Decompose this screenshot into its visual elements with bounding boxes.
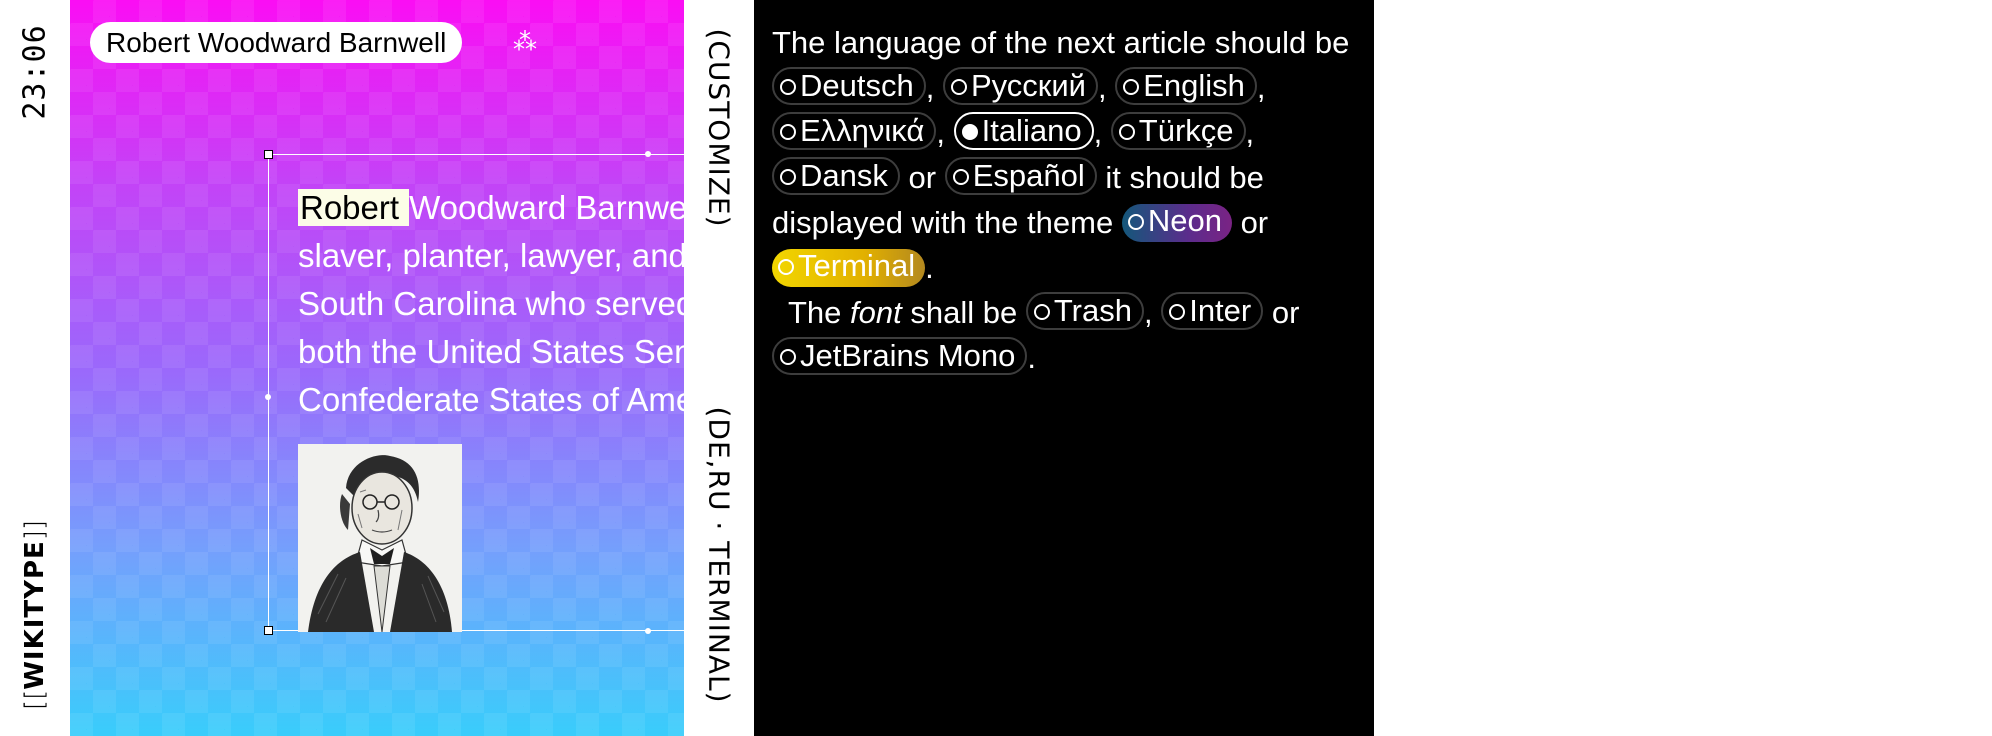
language-option-turkish[interactable]: Türkçe [1110,112,1246,150]
language-option-dansk[interactable]: Dansk [772,157,900,195]
brand-close: ]] [20,519,50,541]
font-intro-1: The [788,295,842,330]
radio-icon [780,124,796,140]
font-intro-2: shall be [910,295,1018,330]
font-option-trash[interactable]: Trash [1025,292,1144,330]
wikitype-logo[interactable]: [[WIKITYPE]] [20,520,50,710]
midpoint-handle-bottom[interactable] [645,628,651,634]
language-option-greek[interactable]: Ελληνικά [772,112,937,150]
highlighted-word[interactable]: Robert [298,189,410,226]
portrait-image [298,444,462,632]
radio-icon [1118,124,1135,140]
article-line-2: slaver, planter, lawyer, and politician … [298,237,684,274]
theme-option-terminal[interactable]: Terminal [772,249,926,287]
resize-handle-top-left[interactable] [264,150,273,159]
radio-icon [780,169,796,185]
settings-sentence: The language of the next article should … [772,25,1350,375]
resize-handle-bottom-left[interactable] [264,626,273,635]
article-canvas: Robert Woodward Barnwell ⁂ Robert Woodwar… [70,0,684,736]
brand-open: [[ [20,689,50,711]
radio-icon [950,79,967,95]
brand-name: WIKITYPE [20,540,50,690]
theme-option-neon[interactable]: Neon [1121,204,1232,242]
font-word: font [850,295,902,330]
midpoint-handle-top[interactable] [645,151,651,157]
radio-icon [1033,304,1050,320]
blank-area [1374,0,1992,736]
radio-icon [952,169,969,185]
clock: 23:06 [17,24,53,120]
language-intro: The language of the next article should … [772,25,1350,60]
settings-panel: The language of the next article should … [754,0,1374,736]
article-body: RobertWoodward Barnwell was an American … [298,184,684,424]
language-option-espanol[interactable]: Español [944,157,1097,195]
language-option-italiano[interactable]: Italiano [953,112,1094,150]
customize-button[interactable]: (CUSTOMIZE) [703,28,736,227]
language-option-deutsch[interactable]: Deutsch [772,67,926,105]
left-rail: 23:06 [[WIKITYPE]] [0,0,70,736]
article-line-3: South Carolina who served as a member of [298,285,684,322]
radio-icon [1123,79,1140,95]
font-option-inter[interactable]: Inter [1161,292,1264,330]
font-option-jetbrains-mono[interactable]: JetBrains Mono [772,337,1028,375]
radio-icon [780,349,796,365]
article-line-1: RobertWoodward Barnwell was an American [298,189,684,226]
article-title[interactable]: Robert Woodward Barnwell [90,22,463,63]
portrait-engraving-icon [298,444,462,632]
middle-rail: (CUSTOMIZE) (DE,RU · TERMINAL) [684,0,754,736]
article-line-4: both the United States Senate and the [298,333,684,370]
language-option-russian[interactable]: Русский [942,67,1098,105]
radio-selected-icon [961,124,978,140]
radio-icon [778,259,794,275]
radio-icon [1169,304,1186,320]
current-mode-label[interactable]: (DE,RU · TERMINAL) [703,406,736,703]
article-line-5: Confederate States of America [298,381,684,418]
midpoint-handle-left[interactable] [265,394,271,400]
radio-icon [1127,214,1144,230]
radio-icon [780,79,796,95]
title-glyph-icon[interactable]: ⁂ [513,27,537,57]
language-option-english[interactable]: English [1115,67,1257,105]
